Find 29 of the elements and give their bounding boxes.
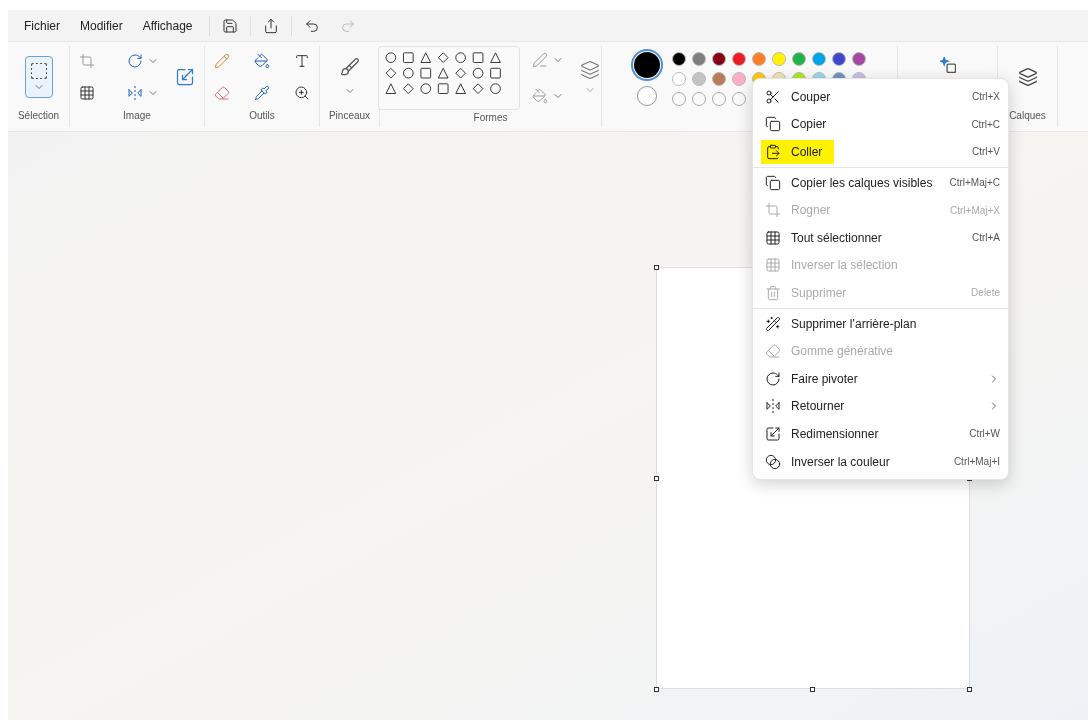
group-label: Sélection [17,109,60,123]
group-label: Pinceaux [328,109,371,123]
shortcut-label: Ctrl+Maj+X [950,203,1000,218]
menu-item-label: Copier [791,116,827,134]
shortcut-label: Ctrl+A [971,231,1000,246]
shortcut-label: Ctrl+W [969,427,1000,442]
shortcut-label: Ctrl+Maj+C [949,176,1000,191]
group-label: Calques [1009,109,1046,123]
menu-item-label: Copier les calques visibles [791,174,933,192]
menu-item-label: Supprimer l’arrière-plan [791,315,917,333]
menu-item-label: Redimensionner [791,425,879,443]
menu-item-label: Inverser la couleur [791,453,890,471]
menu-item-label: Tout sélectionner [791,229,882,247]
menu-item-label: Inverser la sélection [791,257,898,275]
menu-item-label: Supprimer [791,284,847,302]
menu-item-label: Faire pivoter [791,370,858,388]
menu-item-label: Couper [791,88,831,106]
menu-item-label: Rogner [791,202,831,220]
shortcut-label: Ctrl+V [971,145,1000,160]
shortcut-label: Ctrl+C [971,117,1000,132]
group-label: Outils [249,109,275,123]
menu-item-label: Retourner [791,398,845,416]
group-label: Formes [473,111,508,125]
shortcut-label: Ctrl+X [971,90,1000,105]
shortcut-label: Ctrl+Maj+I [953,455,1000,469]
menu-item-label: Coller [791,144,823,161]
shortcut-label: Delete [971,286,1000,301]
group-label: Image [123,109,151,123]
menu-item-label: Gomme générative [791,343,894,361]
